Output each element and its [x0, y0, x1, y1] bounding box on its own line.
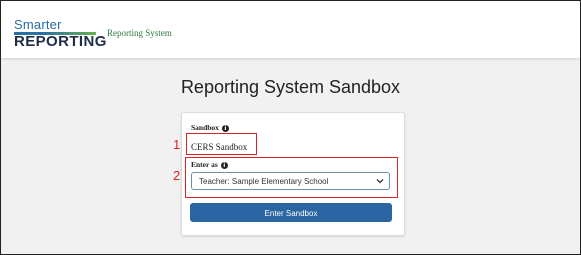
top-header: Smarter REPORTING Reporting System [1, 1, 580, 59]
sandbox-label-text: Sandbox [191, 123, 219, 132]
info-icon[interactable]: i [221, 125, 229, 132]
app-window: Smarter REPORTING Reporting System Repor… [0, 0, 581, 255]
sandbox-label: Sandbox i [191, 123, 229, 132]
annotation-box-1 [186, 133, 257, 155]
smarter-reporting-logo[interactable]: Smarter REPORTING [14, 17, 106, 50]
annotation-box-2 [185, 157, 398, 198]
annotation-number-1: 1 [173, 137, 181, 152]
logo-text-bottom: REPORTING [14, 33, 107, 50]
logo-text-top: Smarter [14, 17, 62, 32]
enter-sandbox-button[interactable]: Enter Sandbox [190, 203, 392, 222]
page-title: Reporting System Sandbox [180, 77, 401, 97]
annotation-number-2: 2 [173, 168, 181, 183]
system-name: Reporting System [107, 28, 172, 38]
